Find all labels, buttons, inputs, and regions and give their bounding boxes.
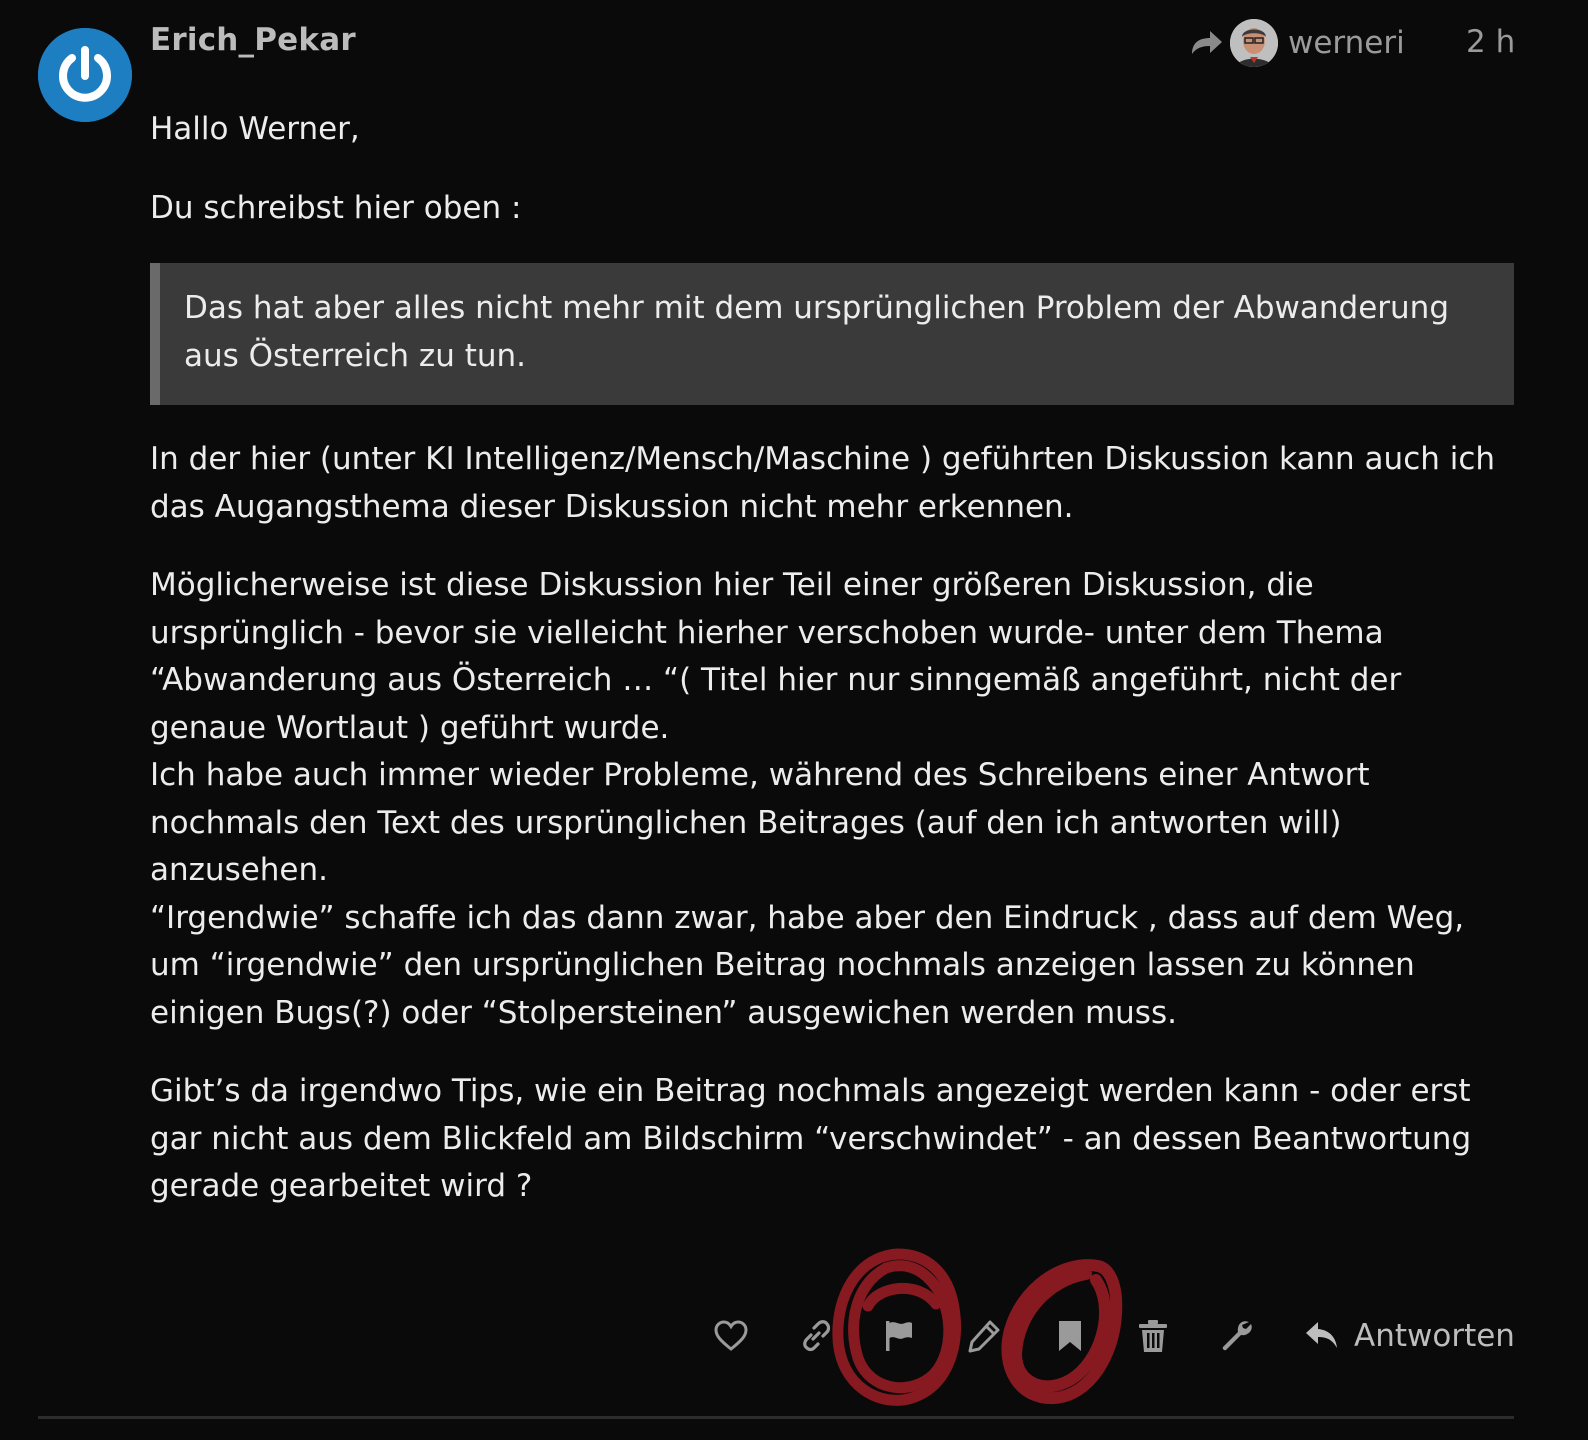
post-paragraph: Möglicherweise ist diese Diskussion hier…	[150, 567, 1402, 746]
post-date[interactable]: 2 h	[1466, 24, 1515, 60]
trash-icon[interactable]	[1135, 1318, 1171, 1354]
post-intro: Du schreibst hier oben :	[150, 189, 522, 226]
post-paragraph: In der hier (unter KI Intelligenz/Mensch…	[150, 441, 1496, 525]
author-username[interactable]: Erich_Pekar	[150, 22, 356, 58]
blockquote: Das hat aber alles nicht mehr mit dem ur…	[150, 263, 1514, 405]
author-avatar[interactable]	[38, 28, 132, 122]
reply-label: Antworten	[1354, 1318, 1515, 1354]
heart-icon[interactable]	[713, 1318, 749, 1354]
reply-button[interactable]: Antworten	[1304, 1312, 1515, 1360]
power-icon	[38, 28, 132, 122]
post-actions: Antworten	[700, 1306, 1515, 1366]
flag-icon[interactable]	[881, 1318, 917, 1354]
share-arrow-icon	[1188, 28, 1224, 58]
post-divider	[38, 1416, 1514, 1419]
reply-user-avatar	[1230, 19, 1278, 67]
pencil-icon[interactable]	[966, 1318, 1002, 1354]
post-paragraph: Ich habe auch immer wieder Probleme, wäh…	[150, 757, 1370, 888]
post-paragraph: Gibt’s da irgendwo Tips, wie ein Beitrag…	[150, 1073, 1472, 1204]
post-paragraph: “Irgendwie” schaffe ich das dann zwar, h…	[150, 899, 1465, 1031]
wrench-icon[interactable]	[1219, 1318, 1255, 1354]
reply-arrow-icon	[1306, 1322, 1337, 1348]
link-icon[interactable]	[798, 1318, 834, 1354]
reply-to-username: werneri	[1288, 25, 1405, 61]
post-greeting: Hallo Werner,	[150, 111, 360, 147]
bookmark-icon[interactable]	[1052, 1318, 1088, 1354]
reply-to-link[interactable]: werneri	[1188, 18, 1405, 68]
post-body: Hallo Werner, Du schreibst hier oben : D…	[150, 100, 1514, 1211]
